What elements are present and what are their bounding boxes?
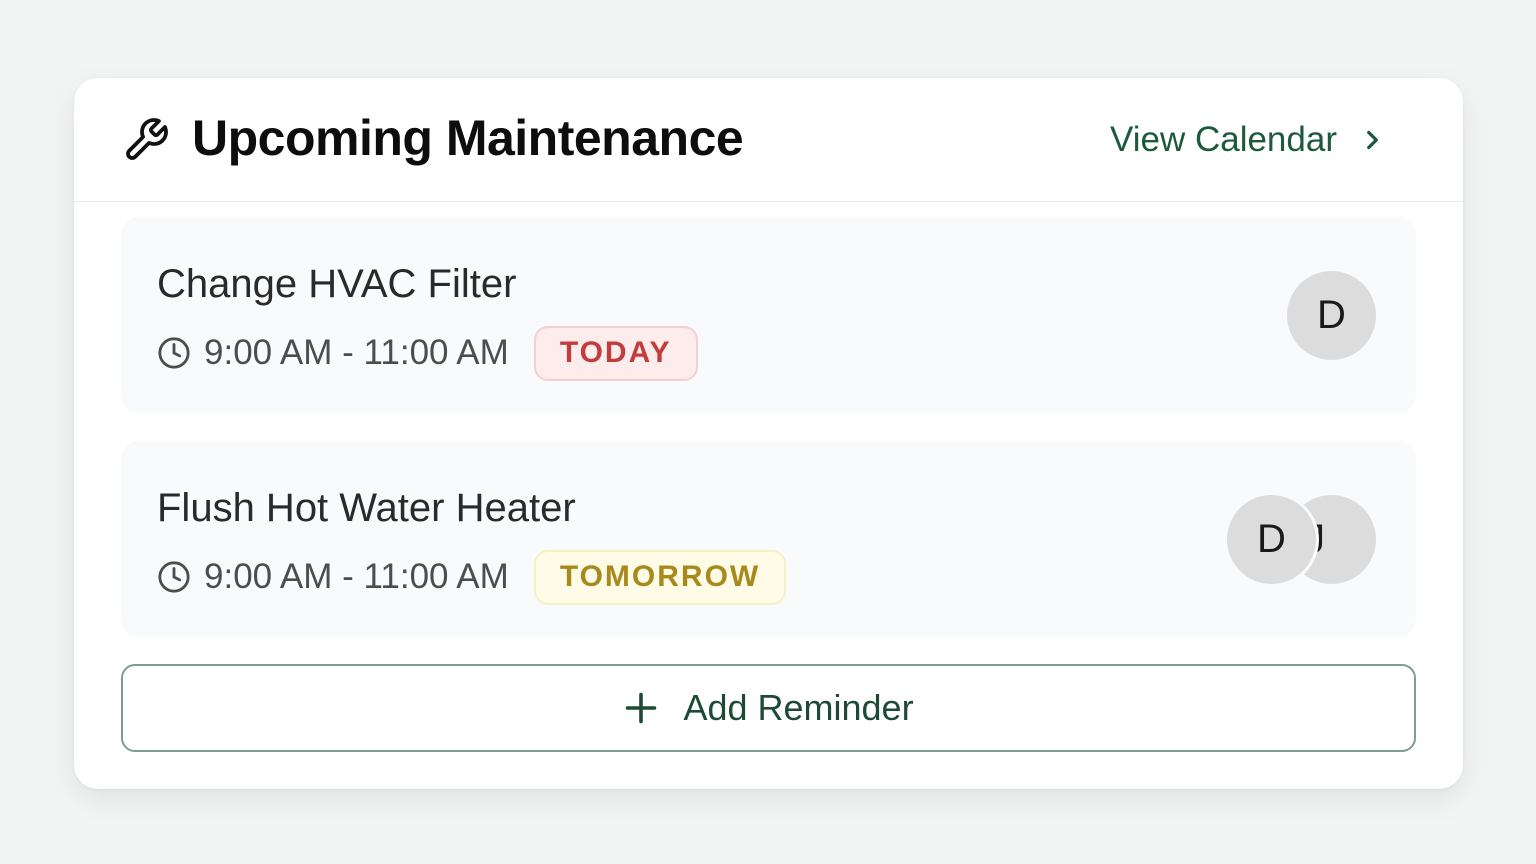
task-name: Flush Hot Water Heater: [157, 486, 576, 530]
status-badge: TODAY: [533, 325, 698, 381]
add-reminder-button[interactable]: Add Reminder: [121, 664, 1416, 752]
avatar[interactable]: D: [1224, 492, 1319, 587]
clock-icon: [158, 337, 190, 369]
time-row: 9:00 AM - 11:00 AM TODAY: [157, 325, 698, 381]
view-calendar-label: View Calendar: [1110, 120, 1337, 159]
page-title: Upcoming Maintenance: [192, 110, 744, 166]
add-reminder-label: Add Reminder: [683, 687, 914, 728]
avatar[interactable]: D: [1284, 268, 1379, 363]
clock-icon: [158, 561, 190, 593]
maintenance-card: Upcoming Maintenance View Calendar Chang…: [74, 78, 1463, 789]
task-name: Change HVAC Filter: [157, 262, 517, 306]
card-header: Upcoming Maintenance View Calendar: [74, 78, 1463, 202]
wrench-icon: [126, 118, 168, 160]
task-time: 9:00 AM - 11:00 AM: [204, 557, 509, 596]
chevron-right-icon: [1367, 130, 1378, 150]
list-item[interactable]: Flush Hot Water Heater 9:00 AM - 11:00 A…: [121, 441, 1416, 637]
task-time: 9:00 AM - 11:00 AM: [204, 333, 509, 372]
status-badge: TOMORROW: [533, 549, 787, 605]
view-calendar-link[interactable]: View Calendar: [1110, 116, 1385, 164]
time-row: 9:00 AM - 11:00 AM TOMORROW: [157, 549, 787, 605]
plus-icon: [626, 692, 657, 724]
list-item[interactable]: Change HVAC Filter 9:00 AM - 11:00 AM TO…: [121, 217, 1416, 413]
